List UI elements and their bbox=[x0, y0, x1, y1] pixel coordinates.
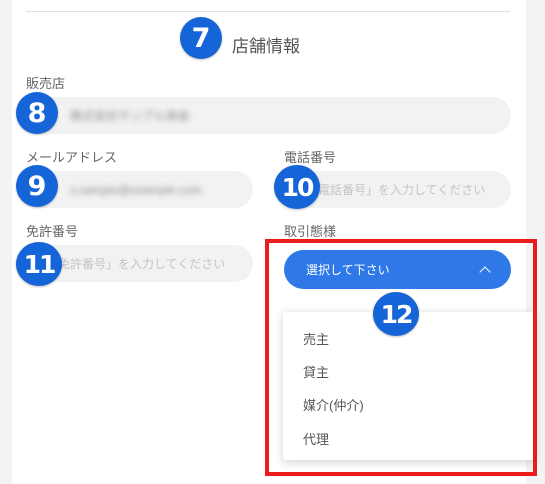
highlight-frame bbox=[265, 239, 537, 476]
step-marker-9: 9 bbox=[16, 165, 58, 207]
phone-placeholder: 「電話番号」を入力してください bbox=[306, 183, 486, 197]
step-marker-7: 7 bbox=[180, 17, 222, 59]
email-label: メールアドレス bbox=[26, 150, 118, 165]
dealer-label: 販売店 bbox=[26, 76, 66, 91]
license-label: 免許番号 bbox=[26, 224, 79, 239]
step-marker-10: 10 bbox=[274, 165, 320, 209]
step-marker-8: 8 bbox=[16, 92, 58, 134]
license-placeholder: 「免許番号」を入力してください bbox=[46, 257, 226, 271]
section-title: 店舗情報 bbox=[232, 37, 300, 56]
dealer-value: 株式会社サンプル商会 bbox=[70, 109, 190, 123]
email-value: s.sample@example.com bbox=[70, 182, 202, 197]
phone-label: 電話番号 bbox=[284, 150, 337, 165]
email-input[interactable]: s.sample@example.com bbox=[24, 171, 253, 208]
step-marker-11: 11 bbox=[16, 242, 62, 286]
top-divider bbox=[26, 11, 510, 12]
dealer-input[interactable]: 株式会社サンプル商会 bbox=[24, 97, 511, 134]
transaction-type-label: 取引態様 bbox=[284, 224, 337, 239]
